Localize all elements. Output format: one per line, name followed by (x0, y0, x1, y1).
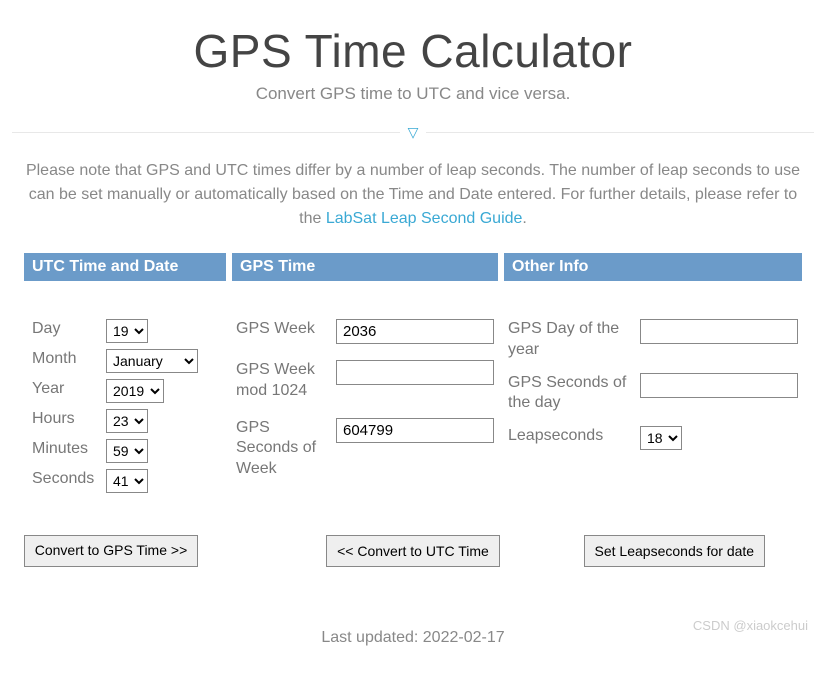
minutes-select[interactable]: 59 (106, 439, 148, 463)
seconds-label: Seconds (32, 469, 106, 490)
day-select[interactable]: 19 (106, 319, 148, 343)
hours-label: Hours (32, 409, 106, 430)
gps-week-label: GPS Week (236, 319, 336, 340)
utc-panel-header: UTC Time and Date (24, 253, 226, 281)
gps-panel: GPS Time GPS Week GPS Week mod 1024 GPS … (232, 253, 498, 507)
leap-second-guide-link[interactable]: LabSat Leap Second Guide (326, 210, 523, 227)
section-divider: ▽ (12, 124, 814, 141)
other-panel: Other Info GPS Day of the year GPS Secon… (504, 253, 802, 507)
day-label: Day (32, 319, 106, 340)
month-label: Month (32, 349, 106, 370)
gps-sow-input[interactable] (336, 418, 494, 443)
seconds-select[interactable]: 41 (106, 469, 148, 493)
triangle-down-icon: ▽ (400, 124, 427, 141)
year-select[interactable]: 2019 (106, 379, 164, 403)
convert-to-gps-button[interactable]: Convert to GPS Time >> (24, 535, 198, 567)
year-label: Year (32, 379, 106, 400)
leapseconds-label: Leapseconds (508, 426, 640, 447)
leap-seconds-note: Please note that GPS and UTC times diffe… (0, 159, 826, 231)
month-select[interactable]: January (106, 349, 198, 373)
set-leapseconds-button[interactable]: Set Leapseconds for date (584, 535, 766, 567)
gps-week-mod-input[interactable] (336, 360, 494, 385)
gps-week-input[interactable] (336, 319, 494, 344)
other-panel-header: Other Info (504, 253, 802, 281)
gps-doy-input[interactable] (640, 319, 798, 344)
gps-panel-header: GPS Time (232, 253, 498, 281)
convert-to-utc-button[interactable]: << Convert to UTC Time (326, 535, 500, 567)
hours-select[interactable]: 23 (106, 409, 148, 433)
page-subtitle: Convert GPS time to UTC and vice versa. (0, 84, 826, 104)
gps-sod-input[interactable] (640, 373, 798, 398)
gps-doy-label: GPS Day of the year (508, 319, 640, 361)
gps-sod-label: GPS Seconds of the day (508, 373, 640, 415)
gps-sow-label: GPS Seconds of Week (236, 418, 336, 480)
leapseconds-select[interactable]: 18 (640, 426, 682, 450)
utc-panel: UTC Time and Date Day 19 Month January Y… (24, 253, 226, 507)
minutes-label: Minutes (32, 439, 106, 460)
gps-week-mod-label: GPS Week mod 1024 (236, 360, 336, 402)
watermark: CSDN @xiaokcehui (693, 618, 808, 633)
page-title: GPS Time Calculator (0, 24, 826, 78)
